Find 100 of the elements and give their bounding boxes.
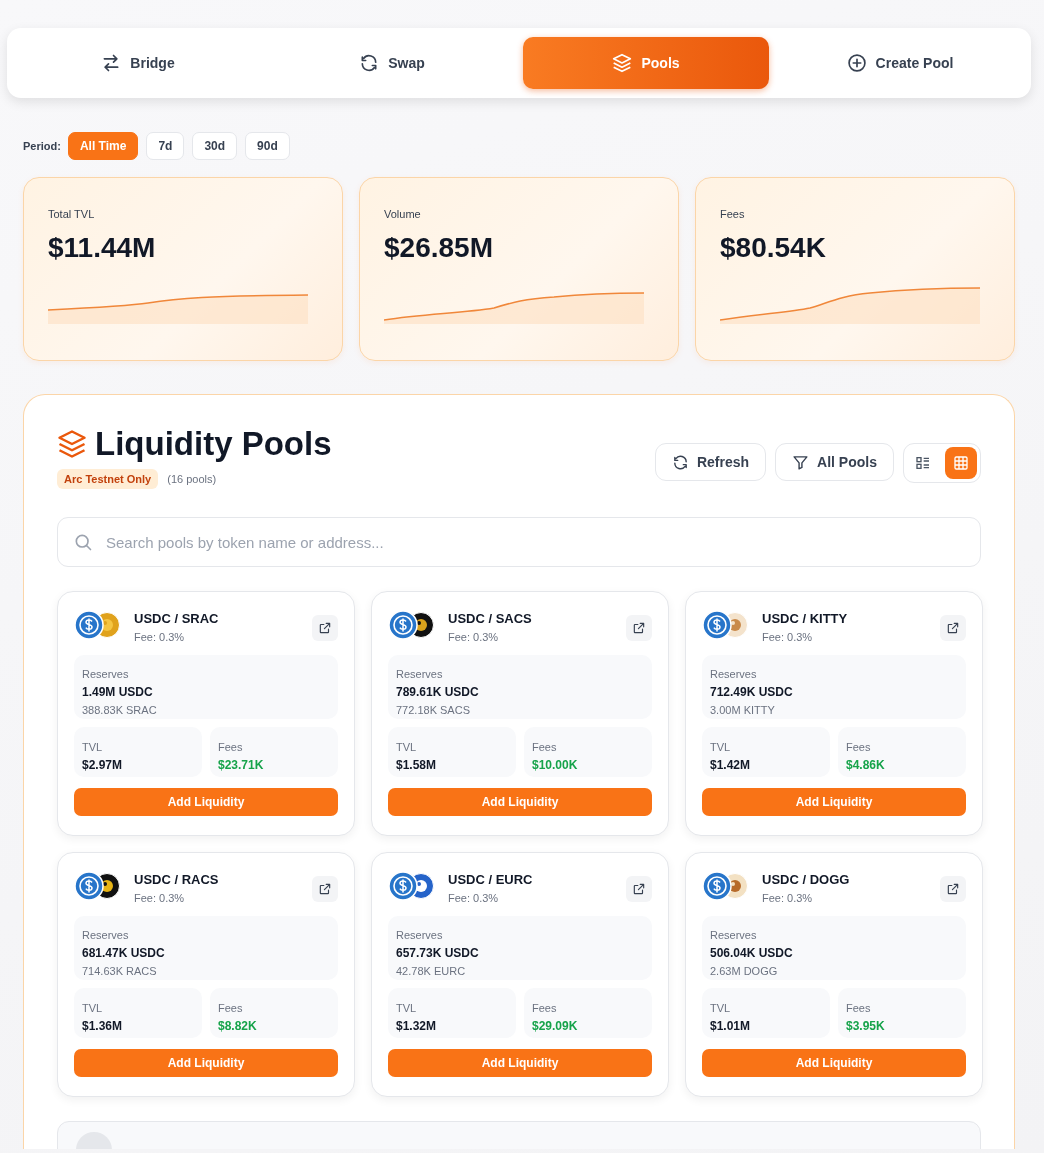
period-option[interactable]: 7d	[146, 132, 185, 160]
reserves-label: Reserves	[710, 929, 757, 941]
stat-value: $26.85M	[384, 232, 493, 264]
external-link-icon	[632, 621, 646, 635]
reserve-amount: 2.63M DOGG	[710, 965, 778, 977]
layers-icon	[612, 53, 633, 73]
fees-value: $23.71K	[218, 758, 264, 772]
section-title: Liquidity Pools	[95, 425, 332, 463]
tvl-label: TVL	[82, 1002, 103, 1014]
view-toggle[interactable]	[945, 447, 977, 479]
tvl-value: $1.58M	[396, 758, 437, 772]
tvl-label: TVL	[82, 741, 103, 753]
period-option[interactable]: 30d	[192, 132, 238, 160]
pool-pair: USDC / RACS	[134, 872, 219, 887]
plus-circle-icon	[846, 53, 867, 73]
pool-pair: USDC / EURC	[448, 872, 533, 887]
filter-icon	[792, 453, 810, 471]
external-link-button[interactable]	[312, 615, 338, 641]
external-link-icon	[318, 882, 332, 896]
fees-label: Fees	[532, 1002, 557, 1014]
pool-fee: Fee: 0.3%	[448, 892, 499, 904]
tvl-value: $2.97M	[82, 758, 123, 772]
period-label: Period:	[23, 140, 61, 152]
usdc-token-icon	[74, 610, 104, 640]
stat-value: $11.44M	[48, 232, 156, 264]
fees-value: $3.95K	[846, 1019, 885, 1033]
fees-label: Fees	[846, 741, 871, 753]
usdc-token-icon	[74, 871, 104, 901]
pool-pair: USDC / KITTY	[762, 611, 848, 626]
list-view-icon	[915, 455, 931, 471]
pool-fee: Fee: 0.3%	[762, 892, 813, 904]
usdc-token-icon	[702, 610, 732, 640]
nav-tab[interactable]: Create Pool	[777, 37, 1023, 89]
pool-pair: USDC / SACS	[448, 611, 532, 626]
reserve-amount: 712.49K USDC	[710, 685, 793, 699]
fees-label: Fees	[846, 1002, 871, 1014]
search-icon	[73, 532, 93, 552]
external-link-button[interactable]	[940, 615, 966, 641]
fees-label: Fees	[218, 1002, 243, 1014]
external-link-button[interactable]	[312, 876, 338, 902]
tvl-label: TVL	[396, 741, 417, 753]
reserve-amount: 42.78K EURC	[396, 965, 466, 977]
refresh-icon	[671, 453, 689, 471]
tvl-label: TVL	[710, 1002, 731, 1014]
fees-value: $10.00K	[532, 758, 578, 772]
filter-button[interactable]: All Pools	[775, 443, 894, 481]
reserve-amount: 714.63K RACS	[82, 965, 157, 977]
pool-count: (16 pools)	[167, 473, 217, 485]
pool-pair: USDC / SRAC	[134, 611, 219, 626]
external-link-button[interactable]	[626, 615, 652, 641]
usdc-token-icon	[388, 871, 418, 901]
reserve-amount: 388.83K SRAC	[82, 704, 157, 716]
reserve-amount: 657.73K USDC	[396, 946, 479, 960]
pool-fee: Fee: 0.3%	[448, 631, 499, 643]
stat-label: Volume	[384, 208, 421, 220]
tvl-value: $1.36M	[82, 1019, 123, 1033]
fees-value: $29.09K	[532, 1019, 578, 1033]
tvl-value: $1.42M	[710, 758, 751, 772]
pool-fee: Fee: 0.3%	[134, 892, 185, 904]
usdc-token-icon	[702, 871, 732, 901]
nav-tab[interactable]: Bridge	[15, 37, 261, 89]
tvl-label: TVL	[396, 1002, 417, 1014]
reserve-amount: 789.61K USDC	[396, 685, 479, 699]
reserve-amount: 506.04K USDC	[710, 946, 793, 960]
external-link-button[interactable]	[940, 876, 966, 902]
layers-icon	[57, 429, 87, 459]
stat-value: $80.54K	[720, 232, 826, 264]
refresh-button[interactable]: Refresh	[654, 443, 767, 481]
reserves-label: Reserves	[710, 668, 757, 680]
pool-pair: USDC / DOGG	[762, 872, 850, 887]
pool-fee: Fee: 0.3%	[762, 631, 813, 643]
tvl-value: $1.32M	[396, 1019, 437, 1033]
tvl-value: $1.01M	[710, 1019, 751, 1033]
stat-label: Total TVL	[48, 208, 95, 220]
grid-view-icon	[953, 455, 969, 471]
network-badge: Arc Testnet Only	[57, 469, 159, 489]
fees-value: $4.86K	[846, 758, 885, 772]
fees-value: $8.82K	[218, 1019, 257, 1033]
reserves-label: Reserves	[396, 668, 443, 680]
nav-tab[interactable]: Swap	[269, 37, 515, 89]
reserve-amount: 772.18K SACS	[396, 704, 470, 716]
external-link-button[interactable]	[626, 876, 652, 902]
external-link-icon	[946, 882, 960, 896]
external-link-icon	[318, 621, 332, 635]
period-option[interactable]: 90d	[245, 132, 290, 160]
pool-fee: Fee: 0.3%	[134, 631, 185, 643]
reserves-label: Reserves	[82, 929, 129, 941]
reserves-label: Reserves	[82, 668, 129, 680]
search-field[interactable]: Search pools by token name or address...	[57, 517, 981, 567]
stat-label: Fees	[720, 208, 745, 220]
refresh-icon	[359, 53, 380, 73]
external-link-icon	[632, 882, 646, 896]
external-link-icon	[946, 621, 960, 635]
reserve-amount: 681.47K USDC	[82, 946, 165, 960]
reserves-label: Reserves	[396, 929, 443, 941]
fees-label: Fees	[218, 741, 243, 753]
reserve-amount: 1.49M USDC	[82, 685, 153, 699]
fees-label: Fees	[532, 741, 557, 753]
tvl-label: TVL	[710, 741, 731, 753]
usdc-token-icon	[388, 610, 418, 640]
